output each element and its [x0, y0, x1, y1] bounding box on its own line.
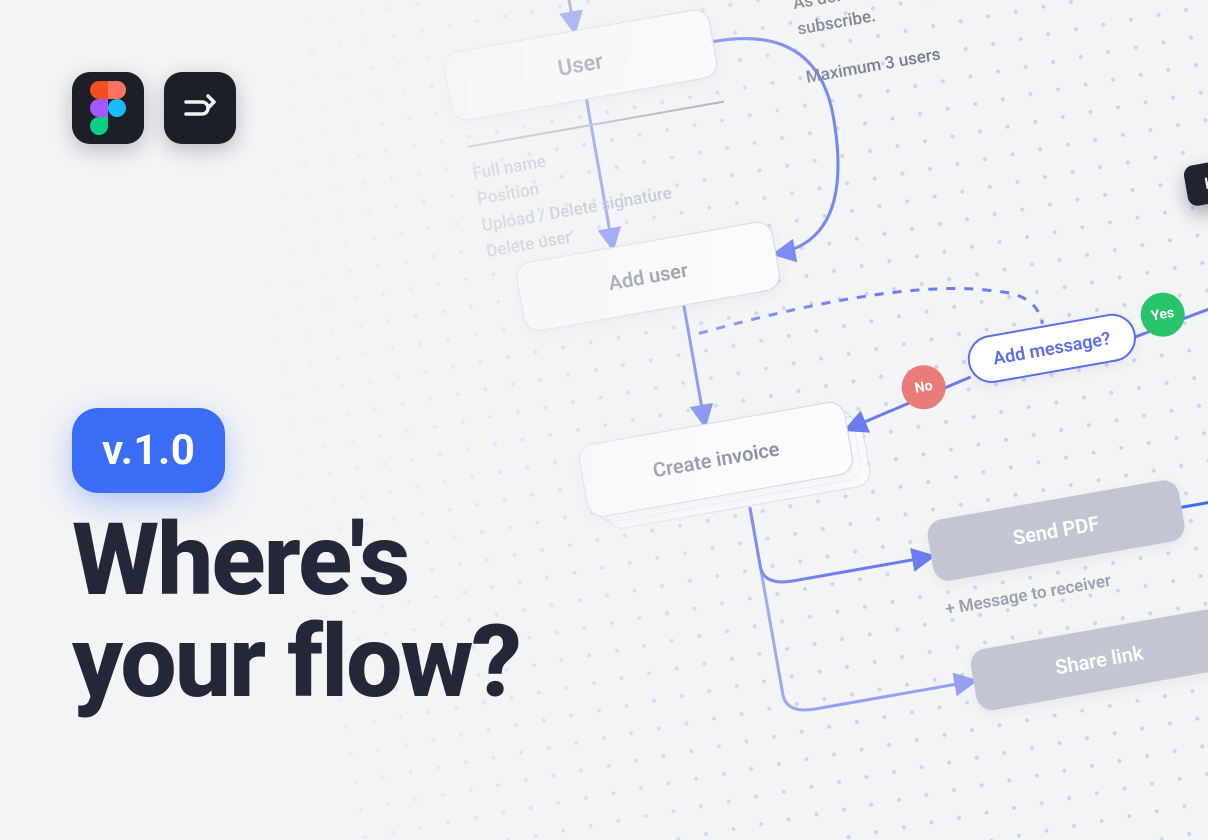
figma-icon: [72, 72, 144, 144]
flow-icon: [164, 72, 236, 144]
version-badge: v.1.0: [72, 408, 225, 493]
app-toolbar: [72, 72, 236, 144]
headline-line-1: Where's: [72, 510, 520, 612]
headline: Where's your flow?: [72, 510, 520, 714]
headline-line-2: your flow?: [72, 612, 520, 714]
